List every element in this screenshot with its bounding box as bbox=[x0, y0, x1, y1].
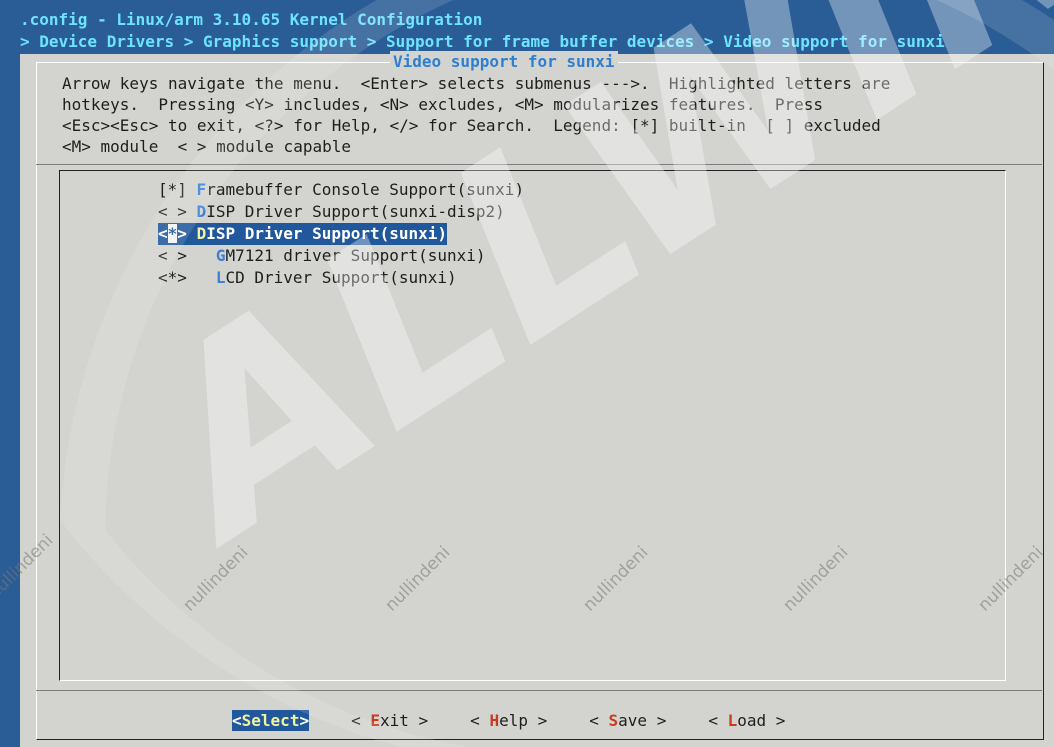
menu-list: [*] Framebuffer Console Support(sunxi) <… bbox=[158, 179, 524, 289]
select-button[interactable]: <Select> bbox=[232, 710, 310, 731]
menu-item-gm7121-driver[interactable]: < > GM7121 driver Support(sunxi) bbox=[158, 245, 524, 267]
help-line: Arrow keys navigate the menu. <Enter> se… bbox=[62, 74, 891, 93]
menu-item-label: ISP Driver Support(sunxi) bbox=[206, 224, 448, 243]
button-bar: <Select> < Exit > < Help > < Save > < Load > bbox=[232, 710, 827, 731]
menu-item-label: M7121 driver Support(sunxi) bbox=[225, 246, 486, 265]
menu-item-mark-close[interactable]: > bbox=[177, 224, 187, 243]
window-title: .config - Linux/arm 3.10.65 Kernel Confi… bbox=[20, 10, 483, 29]
button-divider bbox=[36, 690, 1042, 691]
help-divider bbox=[36, 164, 1042, 165]
menu-item-label: ISP Driver Support(sunxi-disp2) bbox=[206, 202, 505, 221]
menu-item-hotkey: L bbox=[215, 268, 226, 287]
dialog-title: Video support for sunxi bbox=[390, 51, 618, 72]
menu-item-hotkey: G bbox=[215, 246, 226, 265]
menu-item-label: CD Driver Support(sunxi) bbox=[225, 268, 457, 287]
menu-item-mark[interactable]: < > bbox=[158, 202, 187, 221]
menu-item-framebuffer-console[interactable]: [*] Framebuffer Console Support(sunxi) bbox=[158, 179, 524, 201]
help-button[interactable]: < Help > bbox=[470, 710, 547, 731]
help-line: hotkeys. Pressing <Y> includes, <N> excl… bbox=[62, 95, 823, 114]
menu-item-mark-open[interactable]: < bbox=[158, 224, 168, 243]
exit-button[interactable]: < Exit > bbox=[351, 710, 428, 731]
menu-item-mark[interactable]: <*> bbox=[158, 268, 187, 287]
help-line: <Esc><Esc> to exit, <?> for Help, </> fo… bbox=[62, 116, 881, 135]
help-line: <M> module < > module capable bbox=[62, 137, 351, 156]
menuconfig-dialog: Video support for sunxi Arrow keys navig… bbox=[20, 51, 1054, 747]
menu-item-mark[interactable]: [*] bbox=[158, 180, 187, 199]
menu-item-hotkey: D bbox=[196, 202, 207, 221]
menu-item-disp-driver-disp2[interactable]: < > DISP Driver Support(sunxi-disp2) bbox=[158, 201, 524, 223]
menu-item-hotkey: F bbox=[196, 180, 207, 199]
menu-item-label: ramebuffer Console Support(sunxi) bbox=[206, 180, 525, 199]
save-button[interactable]: < Save > bbox=[589, 710, 666, 731]
menu-item-lcd-driver[interactable]: <*> LCD Driver Support(sunxi) bbox=[158, 267, 524, 289]
menu-item-disp-driver-sunxi[interactable]: <*> DISP Driver Support(sunxi) bbox=[158, 223, 448, 245]
help-text: Arrow keys navigate the menu. <Enter> se… bbox=[62, 73, 890, 157]
menu-item-hotkey: D bbox=[196, 224, 207, 243]
menu-item-mark[interactable]: < > bbox=[158, 246, 187, 265]
menu-item-mark-cursor[interactable]: * bbox=[167, 224, 178, 243]
load-button[interactable]: < Load > bbox=[708, 710, 785, 731]
breadcrumb: > Device Drivers > Graphics support > Su… bbox=[20, 32, 945, 51]
